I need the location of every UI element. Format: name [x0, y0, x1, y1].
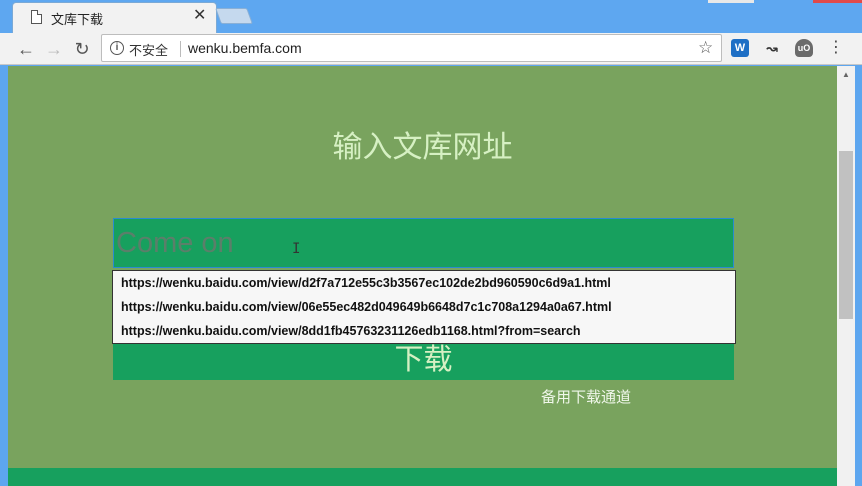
new-tab-button[interactable] — [215, 8, 253, 24]
address-bar[interactable]: i 不安全 wenku.bemfa.com ☆ — [101, 34, 722, 62]
browser-toolbar: ← → ↻ i 不安全 wenku.bemfa.com ☆ W ↝ uO ⋮ — [0, 33, 862, 65]
window-close-button[interactable] — [813, 0, 862, 3]
ublock-shield-icon[interactable]: uO — [795, 39, 813, 57]
forward-arrow-icon[interactable]: → — [42, 37, 66, 61]
scroll-up-arrow-icon[interactable]: ▲ — [842, 70, 850, 79]
window-frame-edge — [855, 66, 862, 486]
reload-icon[interactable]: ↻ — [70, 37, 94, 61]
footer-band — [8, 468, 837, 486]
autocomplete-item[interactable]: https://wenku.baidu.com/view/d2f7a712e55… — [121, 276, 611, 290]
input-placeholder: Come on — [116, 227, 234, 259]
bookmark-star-icon[interactable]: ☆ — [698, 38, 713, 58]
extension-chart-icon[interactable]: ↝ — [763, 39, 781, 57]
security-status[interactable]: 不安全 — [129, 40, 168, 59]
extension-w-icon[interactable]: W — [731, 39, 749, 57]
browser-tab[interactable]: 文库下载 ✕ — [12, 2, 217, 33]
autocomplete-item[interactable]: https://wenku.baidu.com/view/8dd1fb45763… — [121, 324, 581, 338]
tab-title: 文库下载 — [51, 13, 104, 28]
url-text[interactable]: wenku.bemfa.com — [188, 40, 302, 56]
kebab-menu-icon[interactable]: ⋮ — [828, 39, 844, 57]
window-minimize-button[interactable] — [708, 0, 754, 3]
document-icon — [31, 10, 42, 24]
text-cursor-icon: I — [292, 241, 301, 257]
autocomplete-dropdown: https://wenku.baidu.com/view/d2f7a712e55… — [112, 270, 736, 344]
autocomplete-item[interactable]: https://wenku.baidu.com/view/06e55ec482d… — [121, 300, 612, 314]
url-input[interactable]: Come on I — [113, 218, 734, 268]
back-arrow-icon[interactable]: ← — [14, 37, 38, 61]
tab-close-icon[interactable]: ✕ — [193, 6, 206, 26]
address-separator — [180, 41, 181, 57]
info-icon[interactable]: i — [110, 41, 124, 55]
page-content: 输入文库网址 Come on I https://wenku.baidu.com… — [8, 66, 837, 486]
vertical-scrollbar[interactable]: ▲ — [837, 66, 855, 486]
backup-download-link[interactable]: 备用下载通道 — [541, 386, 631, 407]
download-button[interactable]: 下载 — [113, 344, 734, 380]
tab-strip: 文库下载 ✕ — [0, 0, 862, 33]
scrollbar-thumb[interactable] — [839, 151, 853, 319]
page-heading: 输入文库网址 — [332, 130, 513, 165]
